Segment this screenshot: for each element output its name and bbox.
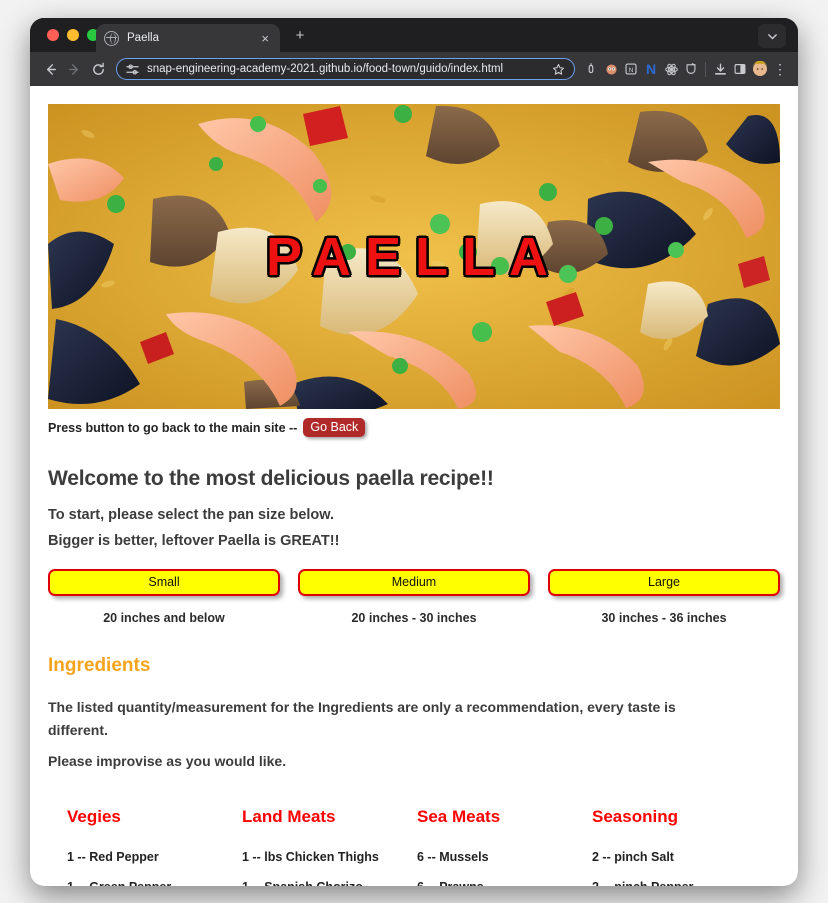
- list-item: 2 -- pinch Salt: [592, 850, 674, 865]
- intro-line-1: To start, please select the pan size bel…: [48, 507, 335, 523]
- medium-pan-caption: 20 inches - 30 inches: [351, 611, 477, 625]
- go-back-button[interactable]: Go Back: [303, 418, 366, 437]
- ingredients-table: Vegies 1 -- Red Pepper 1 -- Green Pepper…: [67, 807, 780, 886]
- star-icon[interactable]: [552, 63, 565, 76]
- split-view-icon[interactable]: [730, 58, 750, 80]
- intro-line-2: Bigger is better, leftover Paella is GRE…: [48, 533, 340, 549]
- medium-pan-button[interactable]: Medium: [298, 569, 530, 596]
- ingredients-column-land-meats: Land Meats 1 -- lbs Chicken Thighs 1 -- …: [242, 807, 417, 886]
- column-header: Land Meats: [242, 807, 336, 827]
- column-header: Seasoning: [592, 807, 678, 827]
- chevron-down-icon[interactable]: [758, 24, 786, 48]
- list-item: 6 -- Mussels: [417, 850, 489, 865]
- close-window-button[interactable]: [47, 29, 59, 41]
- list-item: 1 -- Spanish Chorizo: [242, 880, 417, 886]
- profile-avatar-icon[interactable]: [750, 58, 770, 80]
- browser-window: Paella × + snap-engineering-academy-2021…: [30, 18, 798, 886]
- tune-icon[interactable]: [126, 63, 139, 76]
- ingredients-note-1: The listed quantity/measurement for the …: [48, 699, 676, 739]
- pan-size-option-large: Large 30 inches - 36 inches: [548, 569, 780, 625]
- forward-button[interactable]: [62, 57, 86, 81]
- ingredients-column-vegies: Vegies 1 -- Red Pepper 1 -- Green Pepper: [67, 807, 242, 886]
- ingredients-column-seasoning: Seasoning 2 -- pinch Salt 2 -- pinch Pep…: [592, 807, 767, 886]
- back-button[interactable]: [38, 57, 62, 81]
- pan-size-option-small: Small 20 inches and below: [48, 569, 280, 625]
- ingredients-column-sea-meats: Sea Meats 6 -- Mussels 6 -- Prawns: [417, 807, 592, 886]
- tab-strip: Paella × +: [30, 18, 798, 52]
- column-header: Vegies: [67, 807, 121, 827]
- tab-title: Paella: [127, 32, 159, 44]
- pocket-icon[interactable]: [681, 58, 701, 80]
- browser-toolbar: snap-engineering-academy-2021.github.io/…: [30, 52, 798, 86]
- list-item: 6 -- Prawns: [417, 880, 592, 886]
- go-back-instruction: Press button to go back to the main site…: [48, 420, 298, 435]
- atom-extension-icon[interactable]: [661, 58, 681, 80]
- large-pan-caption: 30 inches - 36 inches: [601, 611, 727, 625]
- address-bar[interactable]: snap-engineering-academy-2021.github.io/…: [116, 58, 575, 80]
- window-controls: [47, 29, 99, 41]
- notion-icon[interactable]: N: [621, 58, 641, 80]
- page-viewport: PAELLA Press button to go back to the ma…: [30, 86, 798, 886]
- face-extension-icon[interactable]: [601, 58, 621, 80]
- url-text: snap-engineering-academy-2021.github.io/…: [147, 63, 504, 75]
- toolbar-divider: [705, 61, 706, 77]
- usb-device-icon[interactable]: [581, 58, 601, 80]
- page-content: PAELLA Press button to go back to the ma…: [48, 104, 780, 886]
- page-title: Welcome to the most delicious paella rec…: [48, 467, 494, 490]
- list-item: 1 -- Green Pepper: [67, 880, 242, 886]
- large-pan-button[interactable]: Large: [548, 569, 780, 596]
- minimize-window-button[interactable]: [67, 29, 79, 41]
- ingredients-heading: Ingredients: [48, 655, 151, 676]
- svg-text:N: N: [629, 67, 634, 74]
- reload-button[interactable]: [86, 57, 110, 81]
- tab-paella[interactable]: Paella ×: [96, 24, 280, 52]
- ingredients-note-2: Please improvise as you would like.: [48, 753, 287, 770]
- pan-size-selector: Small 20 inches and below Medium 20 inch…: [48, 569, 780, 625]
- hero-banner: PAELLA: [48, 104, 780, 409]
- small-pan-button[interactable]: Small: [48, 569, 280, 596]
- pan-size-option-medium: Medium 20 inches - 30 inches: [298, 569, 530, 625]
- hero-title: PAELLA: [266, 226, 562, 287]
- globe-icon: [104, 30, 119, 46]
- notion-n-icon[interactable]: N: [641, 58, 661, 80]
- list-item: 1 -- Red Pepper: [67, 850, 159, 865]
- list-item: 1 -- lbs Chicken Thighs: [242, 850, 379, 865]
- download-icon[interactable]: [710, 58, 730, 80]
- column-header: Sea Meats: [417, 807, 501, 827]
- small-pan-caption: 20 inches and below: [103, 611, 225, 625]
- list-item: 2 -- pinch Pepper: [592, 880, 767, 886]
- go-back-row: Press button to go back to the main site…: [48, 418, 780, 437]
- new-tab-button[interactable]: +: [291, 28, 309, 43]
- browser-menu-button[interactable]: ⋮: [770, 58, 790, 80]
- close-icon[interactable]: ×: [258, 30, 272, 47]
